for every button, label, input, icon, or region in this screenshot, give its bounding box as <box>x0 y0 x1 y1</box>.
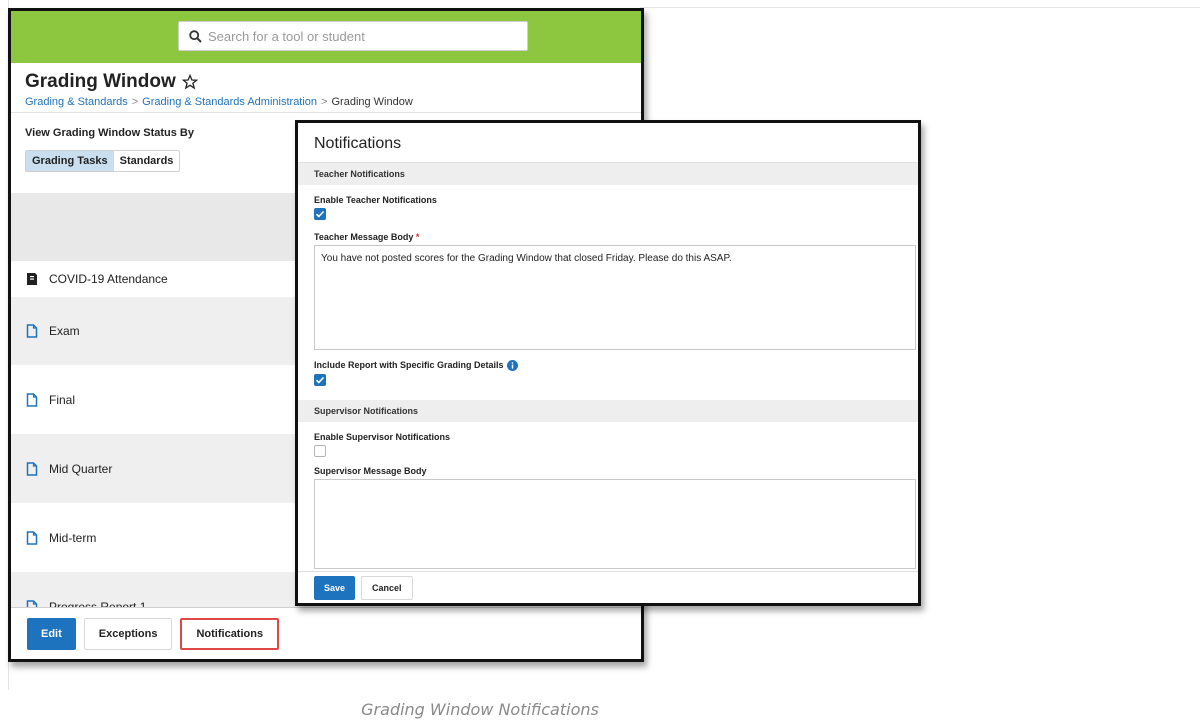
page-title: Grading Window <box>25 71 176 92</box>
search-icon <box>189 29 202 43</box>
cancel-button[interactable]: Cancel <box>361 575 413 600</box>
star-icon[interactable] <box>181 74 198 90</box>
toggle-grading-tasks[interactable]: Grading Tasks <box>26 151 114 171</box>
include-report-field: Include Report with Specific Grading Det… <box>298 350 918 400</box>
enable-teacher-field: Enable Teacher Notifications <box>298 185 918 225</box>
breadcrumb-link-administration[interactable]: Grading & Standards Administration <box>142 96 317 108</box>
info-icon[interactable] <box>506 360 518 372</box>
search-input[interactable]: Search for a tool or student <box>178 21 528 51</box>
screenshot-stage: Search for a tool or student Grading Win… <box>0 0 1200 728</box>
supervisor-notifications-header: Supervisor Notifications <box>298 400 918 422</box>
include-report-label-text: Include Report with Specific Grading Det… <box>314 360 504 370</box>
enable-supervisor-checkbox[interactable] <box>314 445 326 457</box>
figure-caption: Grading Window Notifications <box>361 700 599 719</box>
document-icon <box>26 392 38 407</box>
breadcrumb-link-grading-standards[interactable]: Grading & Standards <box>25 96 128 108</box>
supervisor-body-label: Supervisor Message Body <box>314 466 427 476</box>
document-icon <box>26 530 38 545</box>
document-icon <box>26 461 38 476</box>
breadcrumb: Grading & Standards > Grading & Standards … <box>25 96 641 108</box>
include-report-label: Include Report with Specific Grading Det… <box>314 360 918 372</box>
title-area: Grading Window Grading & Standards > Gradi… <box>11 63 641 113</box>
required-marker: * <box>415 232 420 242</box>
status-by-toggle: Grading Tasks Standards <box>25 150 181 172</box>
search-placeholder: Search for a tool or student <box>208 28 365 44</box>
enable-supervisor-label: Enable Supervisor Notifications <box>314 432 451 442</box>
dialog-title: Notifications <box>298 123 918 163</box>
dialog-footer: Save Cancel <box>298 571 918 603</box>
teacher-body-field: Teacher Message Body * You have not post… <box>298 225 918 350</box>
enable-teacher-label: Enable Teacher Notifications <box>314 195 437 205</box>
enable-teacher-checkbox[interactable] <box>314 208 326 220</box>
page-divider <box>640 7 1200 8</box>
action-bar: Edit Exceptions Notifications <box>11 607 641 659</box>
task-name: Final <box>49 392 76 407</box>
enable-supervisor-field: Enable Supervisor Notifications <box>298 422 918 457</box>
include-report-checkbox[interactable] <box>314 374 326 387</box>
book-icon <box>27 273 37 285</box>
task-name: Exam <box>49 324 80 338</box>
supervisor-message-textarea[interactable] <box>314 479 916 569</box>
task-name: COVID-19 Attendance <box>49 272 168 286</box>
notifications-button[interactable]: Notifications <box>180 617 280 650</box>
app-header: Search for a tool or student <box>11 11 641 63</box>
breadcrumb-current: Grading Window <box>331 96 413 108</box>
teacher-body-label-text: Teacher Message Body <box>314 232 414 242</box>
save-button[interactable]: Save <box>314 575 356 600</box>
page-title-row: Grading Window <box>25 71 641 93</box>
breadcrumb-separator: > <box>131 96 139 108</box>
task-name: Mid Quarter <box>49 461 113 476</box>
edit-button[interactable]: Edit <box>27 617 76 650</box>
teacher-message-textarea[interactable]: You have not posted scores for the Gradi… <box>314 245 916 350</box>
task-name: Mid-term <box>49 530 97 545</box>
supervisor-body-field: Supervisor Message Body <box>298 457 918 569</box>
breadcrumb-separator: > <box>321 96 328 108</box>
document-icon <box>26 324 38 338</box>
exceptions-button[interactable]: Exceptions <box>83 617 173 650</box>
teacher-notifications-header: Teacher Notifications <box>298 163 918 185</box>
toggle-standards[interactable]: Standards <box>114 151 180 171</box>
notifications-dialog: Notifications Teacher Notifications Enab… <box>295 120 921 606</box>
status-by-label: View Grading Window Status By <box>25 127 194 139</box>
teacher-body-label: Teacher Message Body * <box>314 232 918 242</box>
